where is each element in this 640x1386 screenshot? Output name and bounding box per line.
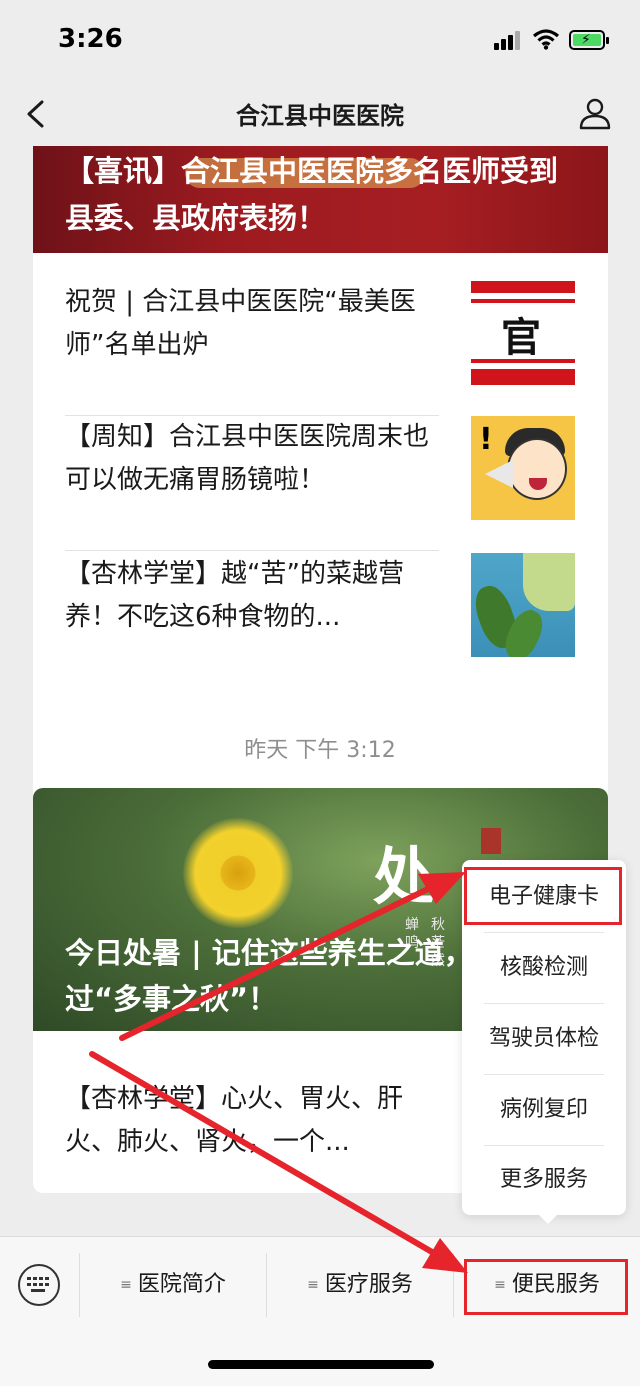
wifi-icon	[532, 29, 560, 50]
popup-pointer	[538, 1214, 558, 1224]
page-title: 合江县中医医院	[236, 102, 404, 130]
menu-list-icon: ≡	[307, 1277, 319, 1293]
seal-icon	[481, 828, 501, 854]
cellular-signal-icon	[494, 30, 522, 50]
menu-item-record-copy[interactable]: 病例复印	[462, 1075, 626, 1145]
status-time: 3:26	[58, 24, 123, 54]
banner-title[interactable]: 【喜讯】合江县中医医院多名医师受到县委、县政府表扬！	[65, 148, 585, 242]
divider	[65, 550, 439, 551]
article-thumbnail: !	[471, 416, 575, 520]
menu-hospital-intro[interactable]: ≡ 医院简介	[80, 1253, 266, 1317]
status-bar: 3:26 ⚡	[0, 0, 640, 84]
article-title[interactable]: 【杏林学堂】越“苦”的菜越营养！不吃这6种食物的...	[65, 553, 445, 639]
banner-glyph: 处	[373, 840, 436, 913]
article-thumbnail: 官 宣	[471, 281, 575, 385]
article-title[interactable]: 祝贺 | 合江县中医医院“最美医师”名单出炉	[65, 281, 445, 367]
profile-icon[interactable]	[578, 96, 612, 130]
battery-charging-icon: ⚡	[569, 30, 609, 50]
message-timestamp: 昨天 下午 3:12	[244, 738, 396, 763]
home-indicator	[208, 1360, 434, 1369]
menu-list-icon: ≡	[120, 1277, 132, 1293]
highlight-box	[464, 1259, 628, 1315]
menu-label: 医院简介	[137, 1272, 226, 1297]
highlight-box	[464, 867, 622, 925]
menu-medical-services[interactable]: ≡ 医疗服务	[267, 1253, 453, 1317]
article-banner[interactable]: 【喜讯】合江县中医医院多名医师受到县委、县政府表扬！	[33, 146, 608, 253]
menu-label: 医疗服务	[324, 1272, 413, 1297]
nav-bar: 合江县中医医院	[0, 84, 640, 146]
article-title[interactable]: 【周知】合江县中医医院周末也可以做无痛胃肠镜啦！	[65, 416, 445, 502]
article-thumbnail	[471, 553, 575, 657]
menu-item-nucleic-test[interactable]: 核酸检测	[462, 933, 626, 1003]
keyboard-icon[interactable]	[18, 1264, 60, 1306]
menu-item-more-services[interactable]: 更多服务	[462, 1145, 626, 1215]
article-title[interactable]: 【杏林学堂】心火、胃火、肝火、肺火、肾火，一个...	[65, 1078, 445, 1164]
menu-item-driver-exam[interactable]: 驾驶员体检	[462, 1004, 626, 1074]
chrysanthemum-image	[183, 818, 293, 928]
